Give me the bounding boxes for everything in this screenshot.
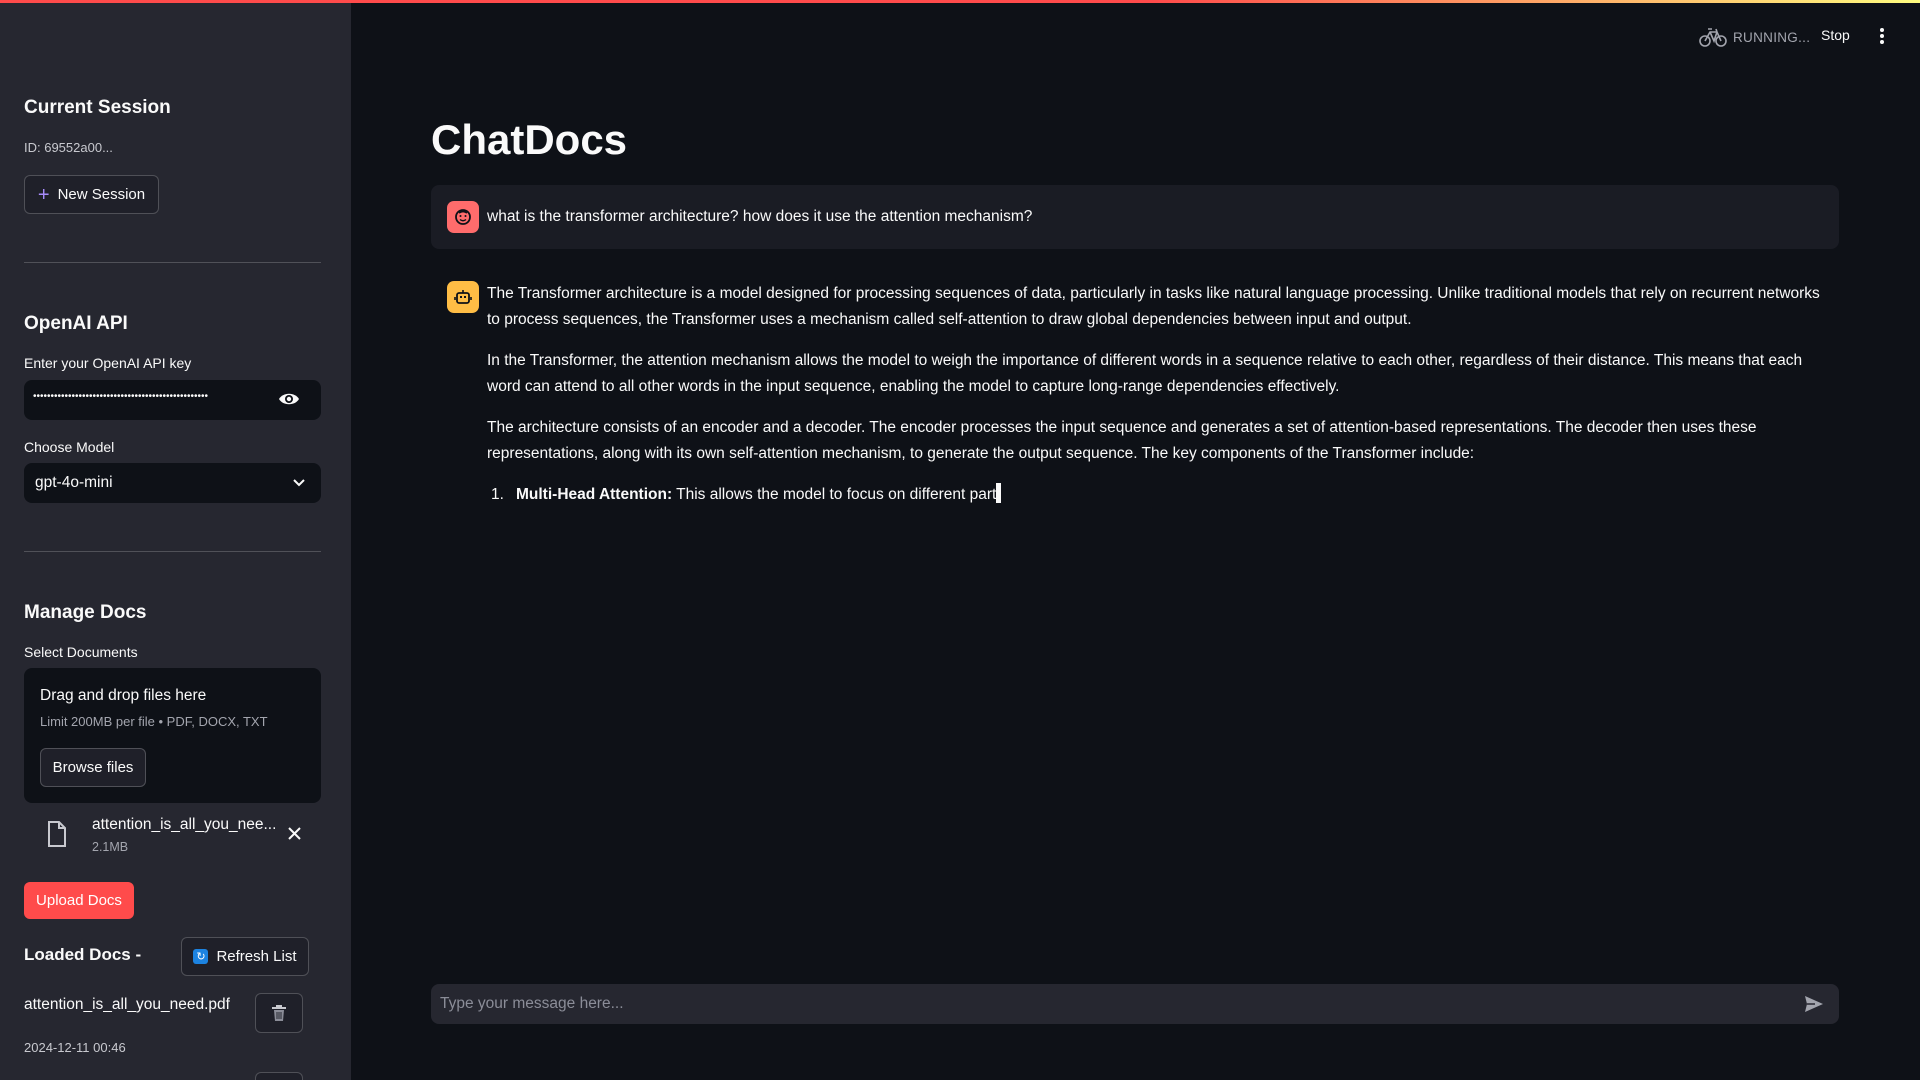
loaded-doc-date: 2024-12-11 00:46 [24,1040,126,1055]
browse-files-button[interactable]: Browse files [40,748,146,787]
model-label: Choose Model [24,439,115,455]
chevron-down-icon [293,479,305,487]
dropzone-title: Drag and drop files here [40,687,207,704]
sidebar-divider [24,551,321,552]
plus-icon: + [37,183,50,206]
model-value: gpt-4o-mini [35,474,113,491]
uploaded-file-item: attention_is_all_you_nee... 2.1MB [24,812,321,862]
list-item-text: This allows the model to focus on differ… [672,486,997,503]
bicycle-icon [1699,28,1727,47]
delete-doc-button-partial[interactable] [255,1072,303,1080]
new-session-button[interactable]: + New Session [24,175,159,214]
assistant-avatar [447,281,479,313]
assistant-paragraph-2: In the Transformer, the attention mechan… [487,352,1803,395]
docs-heading: Manage Docs [24,602,147,623]
trash-icon [272,1005,286,1021]
api-key-label: Enter your OpenAI API key [24,355,192,371]
page-title: ChatDocs [431,116,628,163]
assistant-paragraph-1: The Transformer architecture is a model … [487,285,1820,328]
list-number: 1. [491,486,504,503]
refresh-list-label: Refresh List [216,948,297,965]
assistant-paragraph-3: The architecture consists of an encoder … [487,419,1757,462]
api-key-value: ••••••••••••••••••••••••••••••••••••••••… [33,391,209,402]
user-message: what is the transformer architecture? ho… [431,185,1839,249]
main-area: RUNNING... Stop ChatDocs what is the tra… [351,0,1920,1080]
api-key-field[interactable]: ••••••••••••••••••••••••••••••••••••••••… [24,380,321,420]
top-progress-line [0,0,1920,3]
browse-files-label: Browse files [52,759,134,776]
robot-icon [454,290,472,304]
user-face-icon [455,209,471,225]
select-docs-label: Select Documents [24,644,138,660]
delete-doc-button[interactable] [255,993,303,1033]
running-label: RUNNING... [1733,29,1811,45]
chat-input-box[interactable] [431,984,1839,1024]
user-avatar [447,201,479,233]
more-menu-icon[interactable] [1879,27,1885,45]
assistant-list-item: 1. Multi-Head Attention: This allows the … [487,482,1827,508]
typing-cursor [996,483,1002,503]
refresh-list-button[interactable]: ↻ Refresh List [181,937,309,976]
upload-docs-label: Upload Docs [36,892,122,909]
file-dropzone[interactable]: Drag and drop files here Limit 200MB per… [24,668,321,803]
model-select[interactable]: gpt-4o-mini [24,463,321,503]
file-icon [48,821,66,847]
sidebar-divider [24,262,321,263]
user-message-text: what is the transformer architecture? ho… [487,208,1033,225]
session-heading: Current Session [24,97,171,118]
api-heading: OpenAI API [24,313,128,334]
sidebar: Current Session ID: 69552a00... + New Se… [0,0,351,1080]
new-session-label: New Session [57,186,146,203]
stop-button[interactable]: Stop [1821,27,1850,43]
session-id: ID: 69552a00... [24,140,113,155]
refresh-icon: ↻ [193,949,209,964]
upload-docs-button[interactable]: Upload Docs [24,882,134,919]
eye-icon[interactable] [278,391,300,407]
uploaded-file-name: attention_is_all_you_nee... [92,816,277,833]
uploaded-file-size: 2.1MB [92,840,129,854]
dropzone-limit: Limit 200MB per file • PDF, DOCX, TXT [40,714,268,729]
remove-file-icon[interactable] [288,827,301,840]
running-status: RUNNING... [1699,26,1810,48]
list-item-bold: Multi-Head Attention: [516,486,673,503]
send-icon[interactable] [1804,995,1824,1013]
chat-input[interactable] [431,984,1771,1024]
